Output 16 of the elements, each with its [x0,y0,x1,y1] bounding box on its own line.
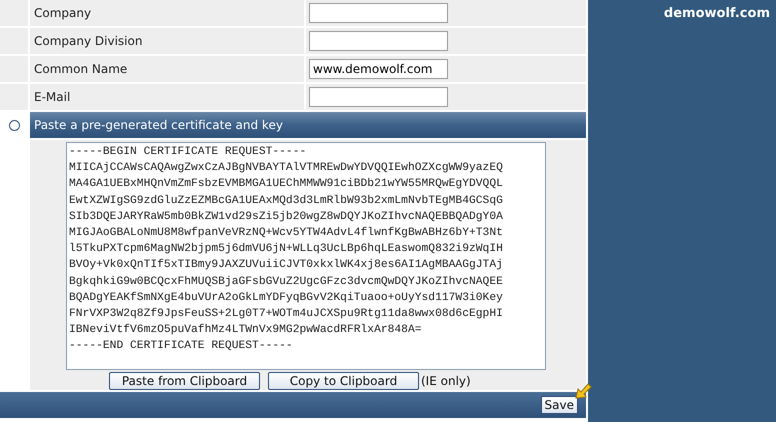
text-field[interactable] [309,31,448,51]
clipboard-button[interactable]: Copy to Clipboard [268,372,419,390]
note-text: (IE only) [421,374,471,388]
field-label: Company [30,0,304,26]
text-field[interactable] [309,87,448,107]
clipboard-button[interactable]: Paste from Clipboard [109,372,260,390]
radio-button[interactable] [8,120,20,130]
site-title: demowolf.com [664,6,770,21]
certificate-text-area[interactable]: -----BEGIN CERTIFICATE REQUEST----- MIICAjCCAWsCAQAwgZwxCzAJBgNVBAYTAlVTMREwDwYDVQQIEwhOZXcgWW9yazEQ MA4GA1UEBxMHQnVmZmFsbzEVMBMGA1UEChMMWW91ciBDb21wYW55MRQwEgYDVQQL EwtXZWIgSG9zdGluZzEZMBcGA1UEAxMQd3d3LmRlbW93b2xmLmNvbTEgMB4GCSqG SIb3DQEJARYRaW5mb0BkZW1vd29sZi5jb20wgZ8wDQYJKoZIhvcNAQEBBQADgY0A MIGJAoGBALoNmU8M8wfpanVeVRzNQ+Wcv5YTW4AdvL4flwnfKgBwABHz6bY+T3Nt l5TkuPXTcpm6MagNW2bjpm5j6dmVU6jN+WLLq3UcLBp6hqLEaswomQ832i9zWqIH BVOy+Vk0xQnTIf5xTIBmy9JAXZUVuiiCJVT0xkxlWK4xj8es6AI1AgMBAAGgJTAj BgkqhkiG9w0BCQcxFhMUQSBjaGFsbGVuZ2UgcGFzc3dvcmQwDQYJKoZIhvcNAQEE BQADgYEAKfSmNXgE4buVUrA2oGkLmYDFyqBGvV2KqiTuaoo+oUyYsd117W3i0Key FNrVXP3W2q8Zf9JpsFeuSS+2Lg0T7+WOTm4uJCXSpu9Rtg11da8wwx08d6cEgpHI IBNeviVtfV6mzO5puVafhMz4LTWnVx9MG2pwWacdRFRlxAr848A= -----END CERTIFICATE REQUEST----- [66,142,546,370]
field-label: E-Mail [30,84,304,110]
field-label: Common Name [30,56,304,82]
save-button[interactable]: Save [540,396,578,414]
text-field[interactable]: www.demowolf.com [309,59,448,79]
text-field[interactable] [309,3,448,23]
field-label: Company Division [30,28,304,54]
section-header: Paste a pre-generated certificate and key [30,112,586,138]
